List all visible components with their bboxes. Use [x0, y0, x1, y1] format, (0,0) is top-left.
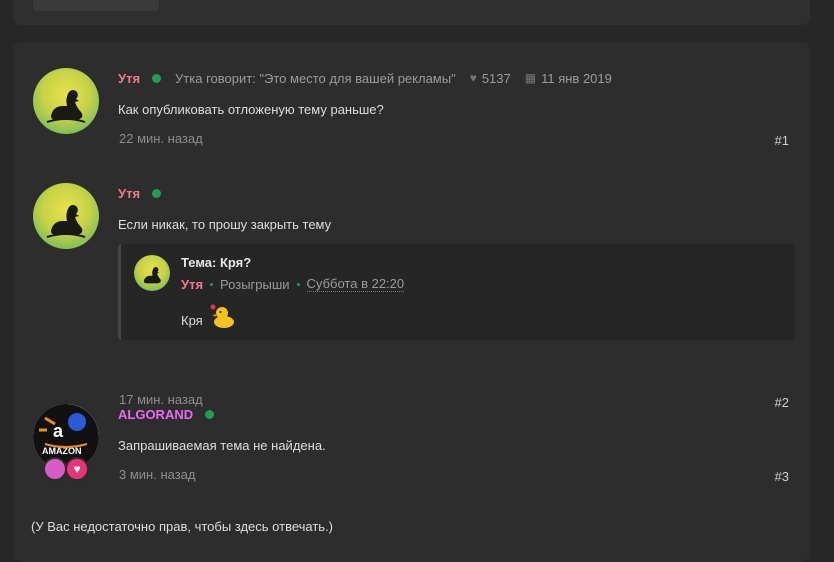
heart-badge-icon[interactable]: ♥: [65, 457, 89, 481]
quote-block[interactable]: Тема: Кря? Утя Розыгрыши Суббота в 22:20…: [118, 244, 795, 340]
quote-meta: Утя Розыгрыши Суббота в 22:20: [181, 276, 405, 292]
duck-avatar-icon: [46, 205, 86, 238]
post-message: Если никак, то прошу закрыть тему: [118, 217, 332, 232]
quote-title[interactable]: Тема: Кря?: [181, 255, 251, 270]
quote-author[interactable]: Утя: [181, 277, 203, 292]
avatar[interactable]: [33, 68, 99, 134]
no-permission-note: (У Вас недостаточно прав, чтобы здесь от…: [31, 519, 334, 534]
registration-date: 11 янв 2019: [541, 70, 612, 86]
post-number[interactable]: #2: [775, 395, 789, 410]
online-indicator: [205, 409, 215, 419]
author-name[interactable]: Утя: [118, 71, 140, 86]
separator-dot: [210, 282, 214, 286]
post-number[interactable]: #3: [775, 469, 789, 484]
avatar[interactable]: [33, 183, 99, 249]
duck-avatar-icon: [143, 267, 161, 284]
post-number[interactable]: #1: [775, 133, 789, 148]
amazon-avatar-icon: a AMAZON: [33, 404, 99, 470]
quote-text-row: Кря: [181, 304, 237, 333]
previous-panel-button[interactable]: [33, 0, 159, 11]
avatar[interactable]: a AMAZON: [33, 404, 99, 470]
post-time[interactable]: 3 мин. назад: [119, 467, 195, 482]
hammer-badge-icon[interactable]: [43, 457, 67, 481]
quote-forum[interactable]: Розыгрыши: [220, 277, 290, 292]
author-name[interactable]: Утя: [118, 186, 140, 201]
likes-count: 5137: [481, 70, 511, 86]
thread-container: Утя Утка говорит: "Это место для вашей р…: [13, 42, 810, 562]
online-indicator: [152, 73, 162, 83]
quote-date: Суббота в 22:20: [306, 276, 405, 292]
status-text: Утка говорит: "Это место для вашей рекла…: [175, 70, 456, 86]
author-name[interactable]: ALGORAND: [118, 407, 193, 422]
quote-avatar[interactable]: [134, 255, 170, 291]
calendar-icon: ▦: [524, 71, 537, 85]
post-meta: Утя: [118, 183, 162, 203]
post-message: Запрашиваемая тема не найдена.: [118, 438, 326, 453]
post-meta: Утя Утка говорит: "Это место для вашей р…: [118, 68, 612, 88]
online-indicator: [152, 188, 162, 198]
svg-text:a: a: [53, 421, 64, 441]
heart-icon: ♥: [469, 71, 477, 85]
quote-text: Кря: [181, 312, 203, 328]
separator-dot: [296, 282, 300, 286]
duck-emoji-icon: [210, 304, 234, 328]
duck-avatar-icon: [46, 90, 86, 123]
post-message: Как опубликовать отложеную тему раньше?: [118, 102, 384, 117]
post-time[interactable]: 22 мин. назад: [119, 131, 203, 146]
post-meta: ALGORAND: [118, 404, 215, 424]
